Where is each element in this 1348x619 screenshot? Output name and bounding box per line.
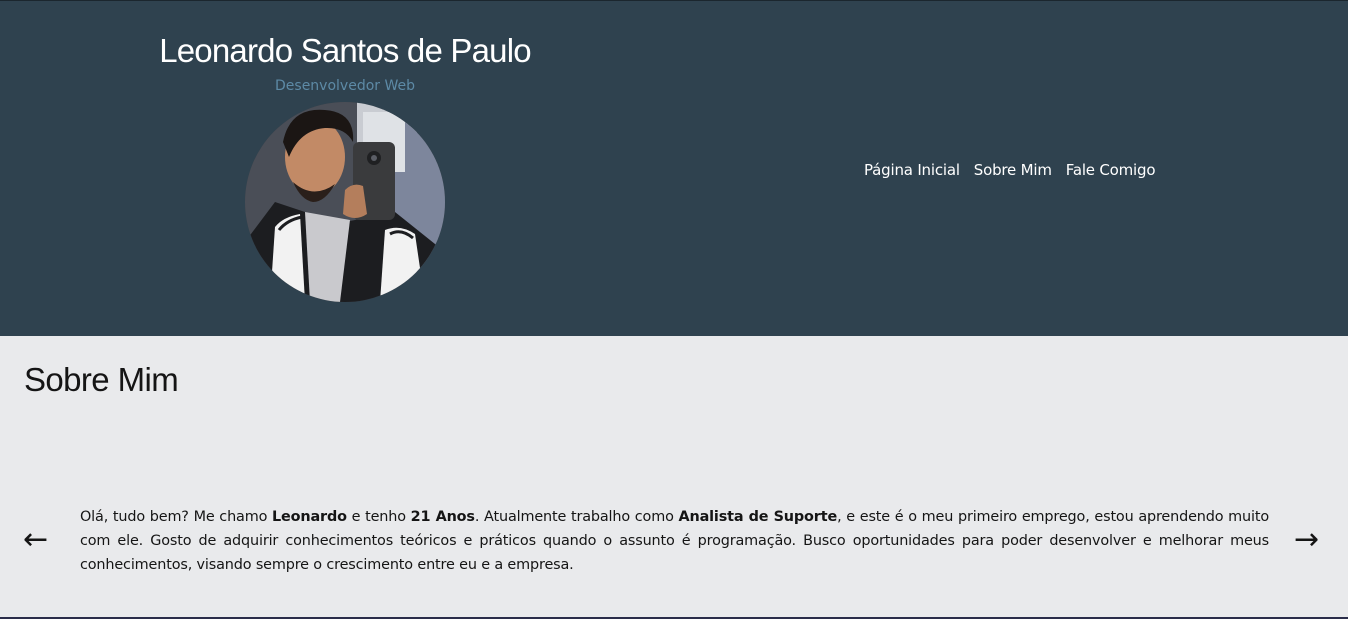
site-header: Leonardo Santos de Paulo Desenvolvedor W… (0, 0, 1348, 336)
about-mid-1: e tenho (346, 509, 411, 525)
about-intro: Olá, tudo bem? Me chamo (80, 509, 272, 525)
arrow-left-icon[interactable]: ← (23, 525, 48, 555)
main-nav: Página Inicial Sobre Mim Fale Comigo (864, 159, 1156, 181)
nav-about-link[interactable]: Sobre Mim (974, 159, 1052, 181)
about-age: 21 Anos (410, 509, 475, 525)
about-job: Analista de Suporte (678, 509, 838, 525)
site-owner-role: Desenvolvedor Web (275, 78, 415, 94)
section-title: Sobre Mim (24, 361, 179, 398)
nav-contact-link[interactable]: Fale Comigo (1066, 159, 1156, 181)
avatar (245, 102, 445, 302)
about-name: Leonardo (272, 509, 347, 525)
about-mid-2: . Atualmente trabalho como (474, 509, 679, 525)
brand: Leonardo Santos de Paulo Desenvolvedor W… (150, 31, 540, 96)
site-owner-name: Leonardo Santos de Paulo (159, 32, 531, 69)
arrow-right-icon[interactable]: → (1294, 525, 1319, 555)
nav-home-link[interactable]: Página Inicial (864, 159, 960, 181)
about-paragraph: Olá, tudo bem? Me chamo Leonardo e tenho… (80, 505, 1269, 577)
